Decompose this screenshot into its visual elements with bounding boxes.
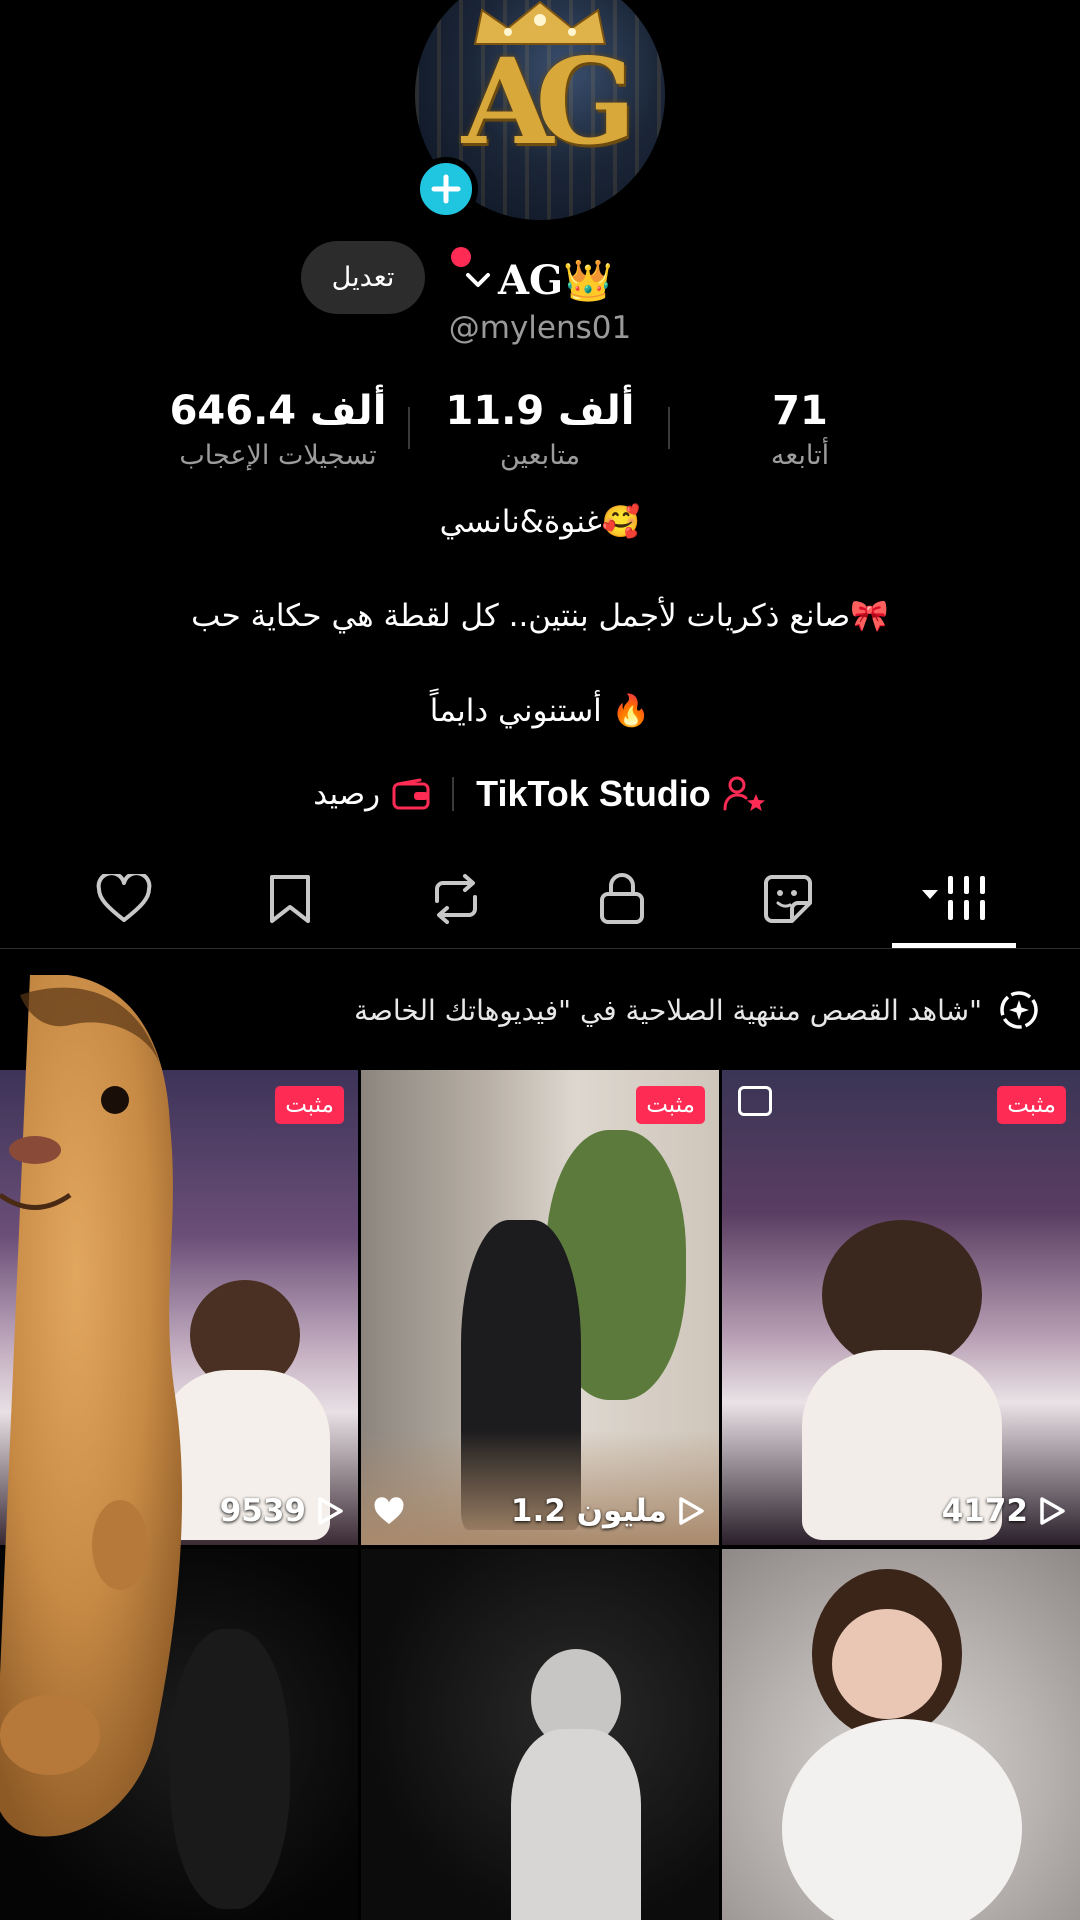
view-count: 9539 xyxy=(220,1493,344,1529)
video-tile[interactable] xyxy=(361,1549,719,1920)
balance-label: رصيد xyxy=(313,776,381,812)
creator-star-icon xyxy=(723,776,765,811)
tab-private[interactable] xyxy=(582,864,662,934)
pinned-badge: مثبت xyxy=(997,1086,1066,1124)
play-icon xyxy=(679,1497,704,1525)
heart-icon xyxy=(96,874,152,922)
plus-icon xyxy=(431,174,461,204)
thumbnail-figure xyxy=(822,1220,982,1370)
display-name: AG👑 xyxy=(498,256,613,304)
view-count-text: 9539 xyxy=(219,1493,306,1529)
username: @mylens01 xyxy=(448,310,632,346)
bio-line: أستنوني دايماً 🔥 xyxy=(429,693,651,729)
tab-divider xyxy=(0,948,1080,949)
add-story-button[interactable] xyxy=(414,157,478,221)
video-tile[interactable]: مثبت 4172 xyxy=(722,1070,1080,1545)
edit-profile-button[interactable]: تعديل xyxy=(301,241,425,314)
followers-label: متابعين xyxy=(499,440,581,471)
followers-count: 11.9 ألف xyxy=(445,388,635,434)
sticker-icon xyxy=(764,875,812,923)
link-separator xyxy=(452,777,455,811)
likes-label: تسجيلات الإعجاب xyxy=(179,440,377,471)
thumbnail-figure xyxy=(511,1729,641,1920)
bio-line: غنوة&نانسي🥰 xyxy=(439,504,641,540)
balance-link[interactable]: رصيد xyxy=(313,776,430,812)
tab-liked[interactable] xyxy=(84,864,164,934)
grid-icon xyxy=(922,876,985,920)
repost-icon xyxy=(435,874,477,924)
wallet-icon xyxy=(392,778,430,810)
bio-line: صانع ذكريات لأجمل بنتين.. كل لقطة هي حكا… xyxy=(191,598,889,634)
following-stat[interactable]: 71 أتابعه xyxy=(670,385,930,475)
video-tile[interactable] xyxy=(722,1549,1080,1920)
likes-count: 646.4 ألف xyxy=(169,388,387,434)
pinned-badge: مثبت xyxy=(636,1086,705,1124)
following-label: أتابعه xyxy=(770,440,830,471)
view-count: 4172 xyxy=(942,1493,1066,1529)
following-count: 71 xyxy=(772,388,828,434)
play-icon xyxy=(1040,1497,1065,1525)
tab-videos[interactable] xyxy=(915,864,1005,934)
lock-icon xyxy=(600,873,644,924)
tab-reposts[interactable] xyxy=(416,864,496,934)
profile-links-row: رصيد TikTok Studio xyxy=(0,766,1080,822)
video-tile[interactable]: مثبت 1.2 مليون xyxy=(361,1070,719,1545)
notice-text: شاهد القصص منتهية الصلاحية في "فيديوهاتك… xyxy=(354,993,982,1027)
avatar-monogram: AG xyxy=(461,32,636,171)
tab-stickers[interactable] xyxy=(748,864,828,934)
view-count: 1.2 مليون xyxy=(511,1493,705,1529)
pinned-badge: مثبت xyxy=(275,1086,344,1124)
story-sparkle-icon xyxy=(1000,991,1038,1029)
liked-heart-icon xyxy=(374,1497,404,1524)
account-switcher[interactable]: AG👑 xyxy=(462,250,613,310)
view-count-text: 4172 xyxy=(941,1493,1028,1529)
chevron-down-icon xyxy=(466,273,490,287)
multi-photo-icon xyxy=(738,1086,772,1116)
thumbnail-figure xyxy=(782,1719,1022,1920)
thumbnail-figure xyxy=(832,1609,942,1719)
play-icon xyxy=(318,1497,343,1525)
bookmark-icon xyxy=(270,875,310,923)
stat-divider xyxy=(408,407,410,449)
tiktok-studio-link[interactable]: TikTok Studio xyxy=(476,773,767,815)
followers-stat[interactable]: 11.9 ألف متابعين xyxy=(410,385,670,475)
hamster-sticker xyxy=(0,975,183,1837)
likes-stat[interactable]: 646.4 ألف تسجيلات الإعجاب xyxy=(148,385,408,475)
view-count-text: 1.2 مليون xyxy=(510,1493,667,1529)
tab-favorites[interactable] xyxy=(250,864,330,934)
studio-label: TikTok Studio xyxy=(476,773,711,814)
